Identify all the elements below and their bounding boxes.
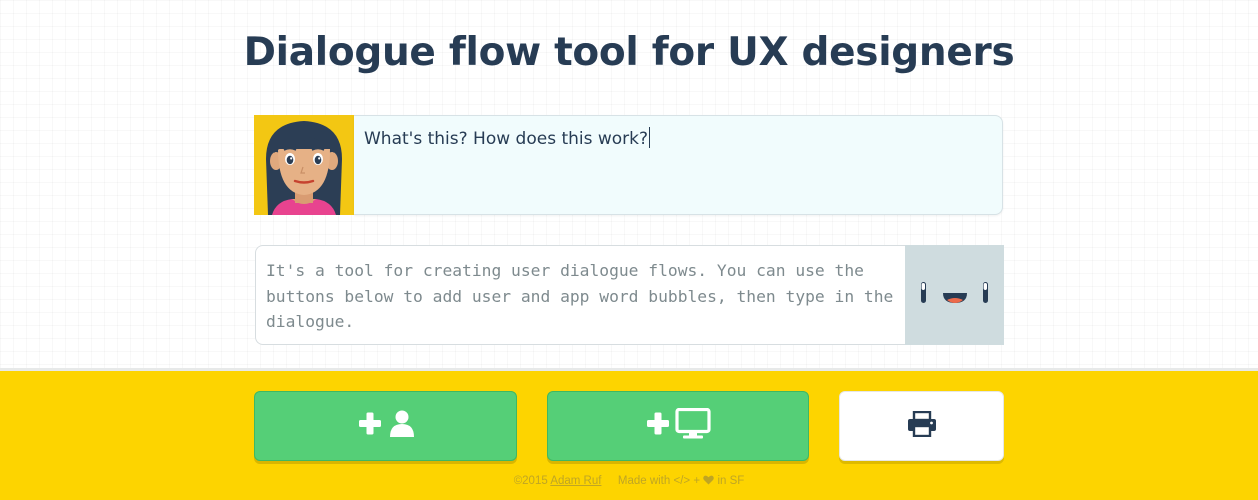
plus-desktop-icon: [645, 407, 711, 444]
location-text: in SF: [717, 475, 745, 487]
printer-icon: [907, 410, 937, 441]
print-button[interactable]: [839, 391, 1004, 461]
app-dialogue-bubble: It's a tool for creating user dialogue f…: [255, 245, 1004, 345]
add-app-bubble-button[interactable]: [547, 391, 809, 461]
user-dialogue-bubble: What's this? How does this work?: [254, 115, 1003, 215]
toolbar: ©2015 Adam Ruf Made with </> + in SF: [0, 368, 1258, 500]
page-title: Dialogue flow tool for UX designers: [243, 30, 1015, 75]
robot-face-icon: [905, 245, 1004, 345]
footer: ©2015 Adam Ruf Made with </> + in SF: [0, 475, 1258, 487]
plus-symbol: +: [693, 475, 701, 487]
author-link[interactable]: Adam Ruf: [550, 475, 601, 487]
plus-user-icon: [357, 409, 415, 443]
copyright-text: ©2015: [513, 475, 548, 487]
woman-avatar-icon: [254, 115, 354, 215]
heart-icon: [703, 475, 714, 487]
text-cursor: [649, 127, 651, 148]
app-message-input[interactable]: It's a tool for creating user dialogue f…: [255, 245, 905, 345]
code-symbol: </>: [673, 475, 691, 487]
app-message-text: It's a tool for creating user dialogue f…: [266, 261, 894, 331]
add-user-bubble-button[interactable]: [254, 391, 517, 461]
user-message-input[interactable]: What's this? How does this work?: [354, 115, 1003, 215]
user-message-text: What's this? How does this work?: [364, 129, 649, 149]
made-with-text: Made with: [617, 475, 671, 487]
